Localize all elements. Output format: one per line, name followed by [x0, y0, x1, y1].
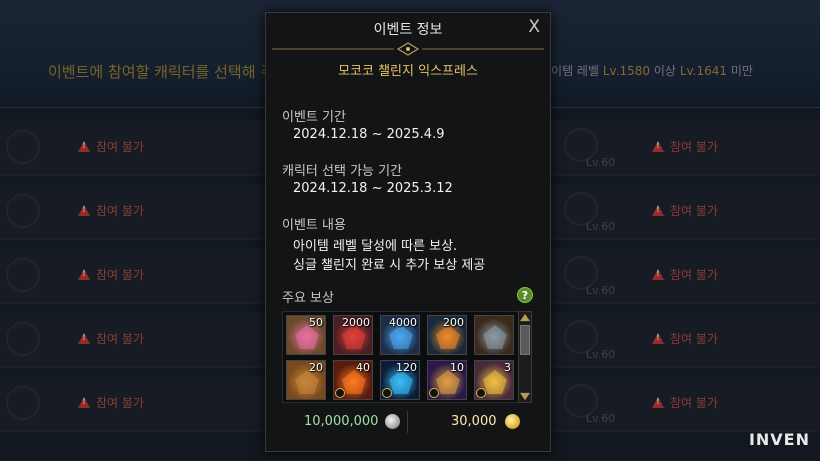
content-line: 아이템 레벨 달성에 따른 보상.: [293, 239, 458, 254]
select-period-label: 캐릭터 선택 가능 기간: [282, 164, 403, 179]
reward-count: 200: [443, 316, 464, 329]
inven-watermark: INVEN: [748, 430, 810, 449]
dialog-header: 이벤트 정보 X: [266, 13, 550, 56]
event-name: 모코코 챌린지 익스프레스: [338, 64, 478, 79]
reward-item[interactable]: 10: [427, 360, 467, 400]
reward-count: 120: [396, 361, 417, 374]
reward-count: 2000: [342, 316, 370, 329]
bound-icon: [382, 388, 392, 398]
currency-bar: 10,000,000 30,000: [282, 411, 534, 433]
currency-divider: [407, 411, 408, 433]
bound-icon: [476, 388, 486, 398]
scroll-up-arrow-icon[interactable]: [520, 313, 530, 322]
gold-coin-icon: [505, 414, 520, 429]
reward-item[interactable]: 2000: [333, 315, 373, 355]
reward-item[interactable]: 50: [286, 315, 326, 355]
reward-count: 3: [504, 361, 511, 374]
period-value: 2024.12.18 ~ 2025.4.9: [293, 127, 445, 142]
bound-icon: [429, 388, 439, 398]
reward-count: 10: [450, 361, 464, 374]
reward-item[interactable]: [474, 315, 514, 355]
reward-count: 4000: [389, 316, 417, 329]
reward-item[interactable]: 40: [333, 360, 373, 400]
silver-amount: 10,000,000: [304, 414, 379, 429]
content-label: 이벤트 내용: [282, 218, 346, 233]
reward-item[interactable]: 3: [474, 360, 514, 400]
reward-item[interactable]: 120: [380, 360, 420, 400]
reward-count: 40: [356, 361, 370, 374]
bound-icon: [335, 388, 345, 398]
content-line: 싱글 챌린지 완료 시 추가 보상 제공: [293, 258, 486, 273]
reward-count: 20: [309, 361, 323, 374]
reward-count: 50: [309, 316, 323, 329]
reward-scrollbar[interactable]: [518, 311, 532, 403]
scroll-thumb[interactable]: [520, 325, 530, 355]
help-icon[interactable]: ?: [517, 287, 533, 303]
silver-coin-icon: [385, 414, 400, 429]
period-label: 이벤트 기간: [282, 110, 346, 125]
scroll-down-arrow-icon[interactable]: [520, 392, 530, 401]
reward-item[interactable]: 200: [427, 315, 467, 355]
dialog-title: 이벤트 정보: [373, 22, 443, 38]
reward-item[interactable]: 20: [286, 360, 326, 400]
chest-icon: [483, 325, 507, 349]
gold-amount: 30,000: [451, 414, 497, 429]
header-ornament: [272, 42, 544, 56]
close-button[interactable]: X: [528, 17, 540, 37]
reward-item[interactable]: 4000: [380, 315, 420, 355]
reward-grid: 50 2000 4000 200 20 40 120 10 3: [282, 311, 532, 403]
rewards-label: 주요 보상: [282, 291, 334, 306]
event-info-dialog: 이벤트 정보 X 모코코 챌린지 익스프레스 이벤트 기간 2024.12.18…: [265, 12, 551, 452]
select-period-value: 2024.12.18 ~ 2025.3.12: [293, 181, 453, 196]
